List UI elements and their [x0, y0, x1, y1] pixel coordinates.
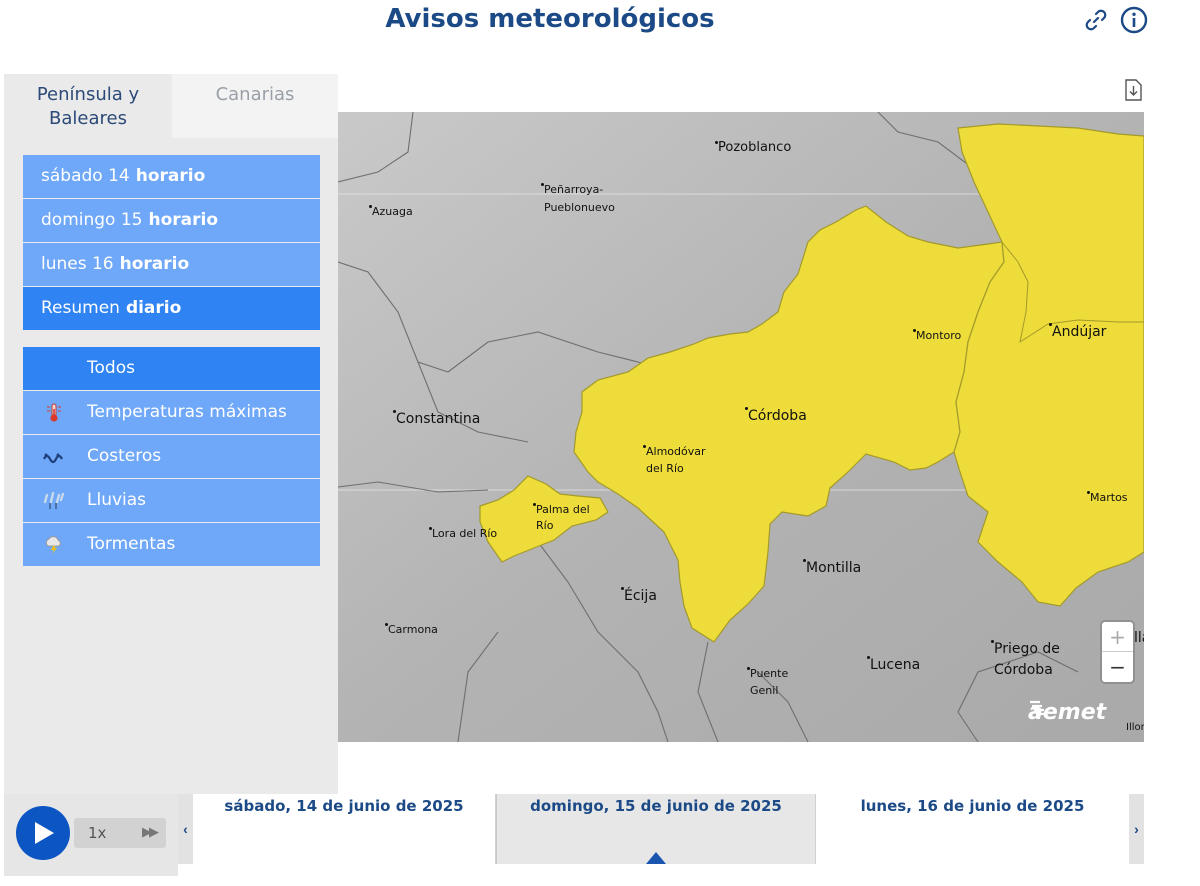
play-icon: [35, 822, 54, 844]
type-button-max-temperature[interactable]: Temperaturas máximas: [23, 391, 320, 434]
day-button-summary[interactable]: Resumen diario: [23, 287, 320, 330]
download-icon[interactable]: [1122, 78, 1144, 102]
mode-label: diario: [125, 298, 182, 318]
city-label: Almodóvar: [643, 444, 706, 460]
city-label: Illor: [1126, 722, 1144, 733]
city-label: Córdoba: [745, 406, 807, 426]
day-label: lunes, 16 de junio de 2025: [860, 797, 1085, 815]
thermometer-icon: [41, 403, 67, 423]
type-button-storms[interactable]: Tormentas: [23, 523, 320, 566]
day-button-sunday[interactable]: domingo 15 horario: [23, 199, 320, 242]
city-label: Écija: [621, 586, 657, 606]
city-label: Carmona: [385, 622, 438, 638]
city-label: Andújar: [1049, 322, 1106, 342]
city-label: Pueblonuevo: [544, 201, 615, 214]
day-button-saturday[interactable]: sábado 14 horario: [23, 155, 320, 198]
zoom-out-button[interactable]: −: [1102, 652, 1133, 682]
city-label: Peñarroya-: [541, 182, 603, 198]
type-label: Todos: [87, 358, 135, 378]
aemet-logo: aemet: [1028, 700, 1107, 725]
selected-day-caret-icon: [646, 852, 666, 864]
city-label: Lucena: [867, 655, 920, 675]
warning-type-selector: Todos Temperaturas máximas Costeros Lluv…: [23, 347, 320, 567]
tab-label-line1: Península y: [36, 84, 140, 105]
mode-label: horario: [148, 210, 219, 230]
zoom-controls: + −: [1102, 622, 1133, 682]
rain-icon: [41, 491, 67, 511]
speed-selector[interactable]: 1x ▶▶: [74, 818, 166, 848]
type-button-coastal[interactable]: Costeros: [23, 435, 320, 478]
type-label: Temperaturas máximas: [87, 402, 287, 422]
type-label: Tormentas: [87, 534, 176, 554]
storm-icon: [41, 535, 67, 555]
waves-icon: [41, 447, 67, 467]
warning-map[interactable]: Pozoblanco Peñarroya- Pueblonuevo Azuaga…: [338, 112, 1144, 742]
region-tabs: Península y Baleares Canarias: [4, 74, 338, 138]
mode-label: horario: [119, 254, 190, 274]
day-label: sábado, 14 de junio de 2025: [224, 797, 464, 815]
city-label: Río: [536, 519, 554, 532]
day-selector: sábado 14 horario domingo 15 horario lunes…: [23, 155, 320, 331]
city-label: llá: [1134, 630, 1144, 646]
city-label: Lora del Río: [429, 526, 497, 542]
tab-label-line2: Baleares: [49, 108, 127, 129]
timeline-day-sunday[interactable]: domingo, 15 de junio de 2025: [496, 794, 816, 864]
type-button-rain[interactable]: Lluvias: [23, 479, 320, 522]
city-label: Pozoblanco: [715, 140, 791, 156]
city-label: Priego de: [991, 639, 1060, 659]
day-button-monday[interactable]: lunes 16 horario: [23, 243, 320, 286]
city-label: Montilla: [803, 558, 861, 578]
aemet-logo-icon: [1030, 700, 1046, 716]
city-label: Puente: [747, 666, 788, 682]
header-actions: [1082, 6, 1148, 34]
day-label: Resumen: [41, 298, 120, 318]
tab-canarias[interactable]: Canarias: [172, 74, 338, 138]
timeline-prev-button[interactable]: ‹: [178, 794, 193, 864]
type-button-all[interactable]: Todos: [23, 347, 320, 390]
timeline-day-saturday[interactable]: sábado, 14 de junio de 2025: [193, 794, 496, 864]
city-label: Córdoba: [994, 662, 1053, 678]
tab-peninsula-baleares[interactable]: Península y Baleares: [4, 74, 172, 138]
speed-value: 1x: [88, 824, 107, 842]
info-icon[interactable]: [1120, 6, 1148, 34]
city-label: Palma del: [533, 502, 590, 518]
city-label: Constantina: [393, 409, 480, 429]
city-label: del Río: [646, 462, 684, 475]
timeline-next-button[interactable]: ›: [1129, 794, 1144, 864]
day-label: sábado 14: [41, 166, 130, 186]
warning-zone-jaen[interactable]: [953, 123, 1144, 607]
type-label: Lluvias: [87, 490, 147, 510]
day-label: domingo, 15 de junio de 2025: [530, 797, 782, 815]
zoom-in-button[interactable]: +: [1102, 622, 1133, 652]
play-button[interactable]: [16, 806, 70, 860]
control-panel: Península y Baleares Canarias sábado 14 h…: [4, 74, 338, 794]
city-label: Martos: [1087, 490, 1128, 506]
page-title: Avisos meteorológicos: [385, 4, 715, 34]
city-label: Genil: [750, 684, 779, 697]
city-label: Azuaga: [369, 204, 413, 220]
day-label: domingo 15: [41, 210, 143, 230]
animation-player: 1x ▶▶: [4, 794, 178, 876]
timeline-day-monday[interactable]: lunes, 16 de junio de 2025: [816, 794, 1129, 864]
fast-forward-icon: ▶▶: [142, 825, 159, 840]
type-label: Costeros: [87, 446, 162, 466]
link-icon[interactable]: [1082, 6, 1110, 34]
city-label: Montoro: [913, 328, 961, 344]
day-label: lunes 16: [41, 254, 114, 274]
mode-label: horario: [135, 166, 206, 186]
day-timeline: ‹ sábado, 14 de junio de 2025 domingo, 1…: [178, 794, 1144, 864]
tab-label: Canarias: [215, 84, 295, 105]
